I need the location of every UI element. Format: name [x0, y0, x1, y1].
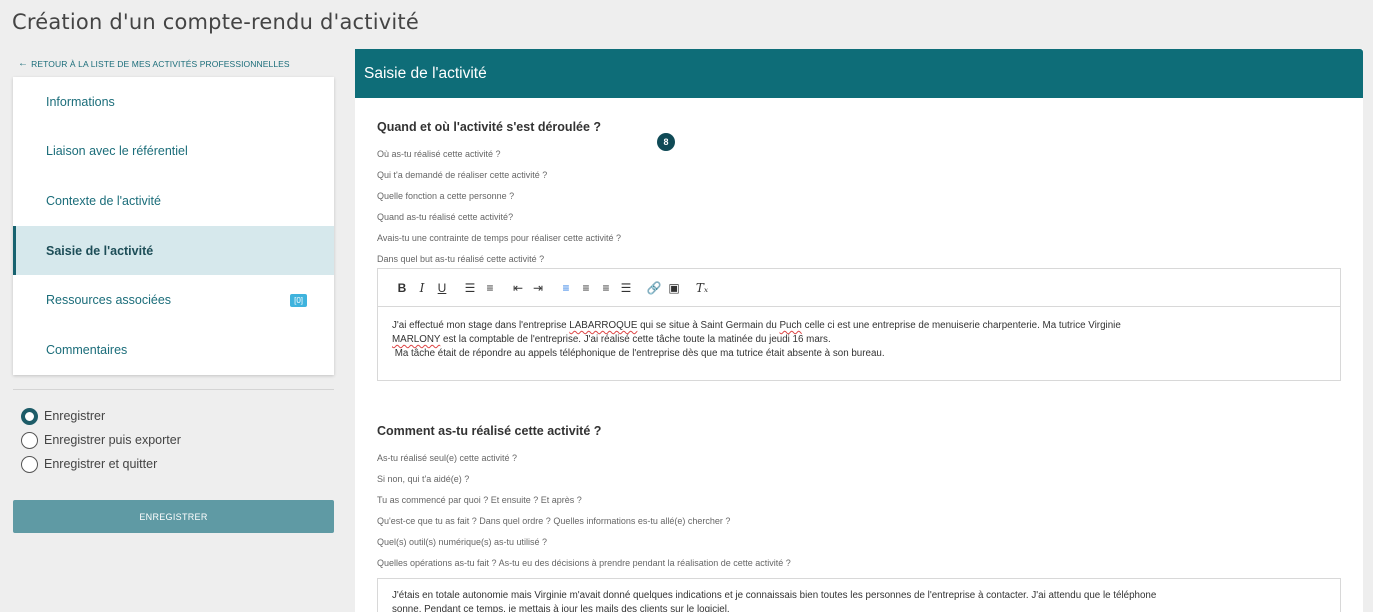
sidebar-item-liaison-referentiel[interactable]: Liaison avec le référentiel [13, 127, 334, 177]
editor-line: Ma tâche était de répondre au appels tél… [392, 348, 885, 359]
panel-title: Saisie de l'activité [355, 49, 1363, 98]
bold-icon[interactable]: B [392, 278, 412, 298]
sidebar-item-label: Informations [46, 94, 115, 109]
sidebar-item-label: Ressources associées [46, 293, 172, 308]
indent-icon[interactable]: ⇥ [528, 278, 548, 298]
question-text: Tu as commencé par quoi ? Et ensuite ? E… [377, 495, 582, 505]
radio-label: Enregistrer [44, 409, 106, 423]
back-to-list-link[interactable]: ← RETOUR À LA LISTE DE MES ACTIVITÉS PRO… [18, 58, 290, 69]
arrow-left-icon: ← [18, 58, 29, 69]
activity-panel: Saisie de l'activité Quand et où l'activ… [355, 49, 1363, 612]
align-left-icon[interactable]: ≡ [556, 278, 576, 298]
radio-unchecked-icon[interactable] [21, 455, 38, 473]
question-text: Si non, qui t'a aidé(e) ? [377, 474, 470, 484]
page-title: Création d'un compte-rendu d'activité [12, 10, 419, 34]
italic-icon[interactable]: I [412, 278, 432, 298]
divider [13, 389, 334, 390]
sidebar-item-label: Contexte de l'activité [46, 193, 161, 208]
sidebar-item-contexte[interactable]: Contexte de l'activité [13, 176, 334, 226]
align-justify-icon[interactable]: ☰ [616, 278, 636, 298]
sidebar-item-commentaires[interactable]: Commentaires [13, 325, 334, 375]
sidebar-item-ressources[interactable]: Ressources associées [0] [13, 275, 334, 325]
underline-icon[interactable]: U [432, 278, 452, 298]
align-right-icon[interactable]: ≡ [596, 278, 616, 298]
editor-content[interactable]: J'étais en totale autonomie mais Virgini… [378, 579, 1340, 612]
count-badge: 8 [657, 133, 675, 151]
outdent-icon[interactable]: ⇤ [508, 278, 528, 298]
save-option-quitter[interactable]: Enregistrer et quitter [21, 452, 181, 476]
section-title-when-where: Quand et où l'activité s'est déroulée ? [377, 120, 602, 134]
ordered-list-icon[interactable]: ☰ [460, 278, 480, 298]
radio-unchecked-icon[interactable] [21, 431, 38, 449]
radio-checked-icon[interactable] [21, 407, 38, 425]
question-text: Quel(s) outil(s) numérique(s) as-tu util… [377, 537, 548, 547]
save-options-group: Enregistrer Enregistrer puis exporter En… [21, 404, 181, 476]
radio-label: Enregistrer et quitter [44, 457, 158, 471]
save-option-enregistrer[interactable]: Enregistrer [21, 404, 181, 428]
editor-line: J'étais en totale autonomie mais Virgini… [392, 590, 1157, 601]
radio-label: Enregistrer puis exporter [44, 433, 181, 447]
question-text: Quand as-tu réalisé cette activité? [377, 212, 514, 222]
rich-text-editor[interactable]: B I U ☰ ≡ ⇤ ⇥ ≡ ≡ ≡ ☰ 🔗 ▣ Tₓ J'ai effect… [377, 268, 1341, 381]
question-text: Quelles opérations as-tu fait ? As-tu eu… [377, 558, 791, 568]
sidebar-nav: Informations Liaison avec le référentiel… [13, 77, 334, 375]
rich-text-editor-2[interactable]: J'étais en totale autonomie mais Virgini… [377, 578, 1341, 612]
question-text: Où as-tu réalisé cette activité ? [377, 149, 501, 159]
question-text: Quelle fonction a cette personne ? [377, 191, 515, 201]
editor-line: J'ai effectué mon stage dans l'entrepris… [392, 320, 1121, 331]
image-icon[interactable]: ▣ [664, 278, 684, 298]
editor-content[interactable]: J'ai effectué mon stage dans l'entrepris… [378, 307, 1340, 361]
question-text: Qui t'a demandé de réaliser cette activi… [377, 170, 548, 180]
sidebar-item-label: Saisie de l'activité [46, 243, 154, 258]
editor-toolbar: B I U ☰ ≡ ⇤ ⇥ ≡ ≡ ≡ ☰ 🔗 ▣ Tₓ [378, 269, 1340, 307]
save-option-exporter[interactable]: Enregistrer puis exporter [21, 428, 181, 452]
question-text: As-tu réalisé seul(e) cette activité ? [377, 453, 518, 463]
sidebar-item-label: Liaison avec le référentiel [46, 144, 188, 159]
clear-format-icon[interactable]: Tₓ [692, 278, 712, 298]
editor-line: sonne. Pendant ce temps, je mettais à jo… [392, 604, 730, 612]
link-icon[interactable]: 🔗 [644, 278, 664, 298]
sidebar-item-label: Commentaires [46, 342, 128, 357]
back-link-label: RETOUR À LA LISTE DE MES ACTIVITÉS PROFE… [31, 58, 290, 69]
sidebar-item-informations[interactable]: Informations [13, 77, 334, 127]
sidebar-item-saisie[interactable]: Saisie de l'activité [13, 225, 334, 276]
save-button[interactable]: ENREGISTRER [13, 500, 334, 533]
editor-line: MARLONY est la comptable de l'entreprise… [392, 334, 831, 345]
section-title-how: Comment as-tu réalisé cette activité ? [377, 424, 602, 438]
align-center-icon[interactable]: ≡ [576, 278, 596, 298]
bullet-list-icon[interactable]: ≡ [480, 278, 500, 298]
question-text: Avais-tu une contrainte de temps pour ré… [377, 233, 621, 243]
question-text: Dans quel but as-tu réalisé cette activi… [377, 254, 545, 264]
question-text: Qu'est-ce que tu as fait ? Dans quel ord… [377, 516, 731, 526]
resources-count-badge: [0] [290, 293, 307, 307]
